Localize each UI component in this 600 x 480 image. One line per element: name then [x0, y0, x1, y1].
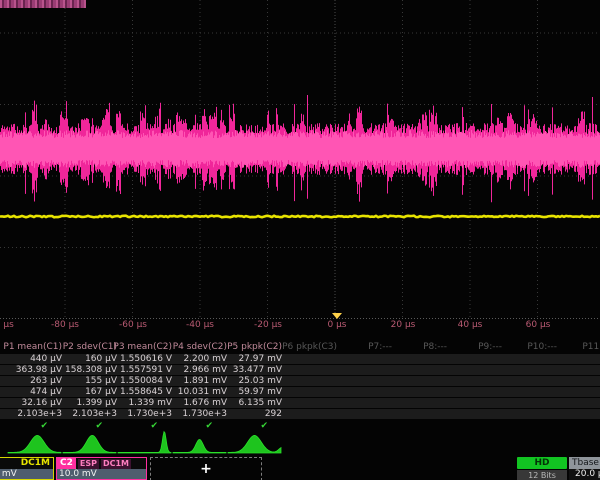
table-cell: 155 µV [57, 376, 117, 386]
oscilloscope-screen: -100 µs -80 µs -60 µs -40 µs -20 µs 0 µs 20 µs… [0, 0, 600, 480]
timebase-value: 20.0 µs [569, 469, 600, 480]
table-cell: 292 [222, 409, 282, 419]
time-tick-label: -80 µs [51, 320, 79, 330]
table-header-p4: P4 sdev(C2) [167, 342, 227, 352]
table-cell: 167 µV [57, 387, 117, 397]
table-row: 32.16 µV1.399 µV1.339 mV1.676 mV6.135 mV [0, 398, 600, 408]
table-cell: 1.891 mV [167, 376, 227, 386]
empty-trace-slot[interactable]: + [150, 457, 262, 480]
time-tick-label: -60 µs [119, 320, 147, 330]
histicon-p1 [8, 435, 61, 453]
table-cell: 6.135 mV [222, 398, 282, 408]
table-cell: 263 µV [2, 376, 62, 386]
channel-c2-descriptor[interactable]: C2 ESP DC1M 10.0 mV [56, 457, 147, 480]
table-header-p10: P10:--- [497, 342, 557, 352]
time-tick-label: 20 µs [391, 320, 416, 330]
table-cell: 1.399 µV [57, 398, 117, 408]
histicon-p5 [228, 435, 281, 453]
table-row: 474 µV167 µV1.558645 V10.031 mV59.97 mV [0, 387, 600, 397]
waveform-grid-area[interactable] [0, 0, 600, 319]
measurement-table[interactable]: P1 mean(C1)P2 sdev(C1)P3 mean(C2)P4 sdev… [0, 340, 600, 430]
c1-coupling-label: DC1M [21, 458, 50, 469]
c2-esp-chip: ESP [78, 459, 99, 469]
table-cell: 59.97 mV [222, 387, 282, 397]
table-cell: 1.339 mV [112, 398, 172, 408]
time-tick-label: -20 µs [254, 320, 282, 330]
histicon-p2 [63, 435, 116, 453]
histicon-p4 [173, 440, 226, 453]
channel-c1-descriptor[interactable]: DC1M 10.0 mV [0, 457, 54, 480]
table-header-p2: P2 sdev(C1) [57, 342, 117, 352]
table-cell: 1.557591 V [112, 365, 172, 375]
table-header-p7: P7:--- [332, 342, 392, 352]
table-cell: 27.97 mV [222, 354, 282, 364]
table-header-p8: P8:--- [387, 342, 447, 352]
table-cell: 363.98 µV [2, 365, 62, 375]
c2-coupling-chip: DC1M [101, 459, 131, 469]
table-cell: 2.103e+3 [2, 409, 62, 419]
table-row: 2.103e+32.103e+31.730e+31.730e+3292 [0, 409, 600, 419]
table-row: 363.98 µV158.308 µV1.557591 V2.966 mV33.… [0, 365, 600, 375]
table-cell: 1.550084 V [112, 376, 172, 386]
time-tick-label: 0 µs [327, 320, 346, 330]
table-cell: 1.558645 V [112, 387, 172, 397]
table-cell: 440 µV [2, 354, 62, 364]
table-header-p5: P5 pkpk(C2) [222, 342, 282, 352]
table-header-p6: P6 pkpk(C3) [277, 342, 337, 352]
table-header-p11: P11:--- [552, 342, 600, 352]
table-cell: 33.477 mV [222, 365, 282, 375]
table-cell: 2.966 mV [167, 365, 227, 375]
c2-channel-badge: C2 [57, 458, 76, 469]
table-cell: 1.730e+3 [167, 409, 227, 419]
hd-bits-label: 12 Bits [517, 470, 567, 480]
table-cell: 2.200 mV [167, 354, 227, 364]
table-row: P1 mean(C1)P2 sdev(C1)P3 mean(C2)P4 sdev… [0, 342, 600, 352]
histicon-p3 [118, 432, 171, 453]
timebase-title: Tbase [569, 457, 600, 469]
plus-icon: + [200, 461, 212, 477]
table-cell: 1.730e+3 [112, 409, 172, 419]
table-header-p9: P9:--- [442, 342, 502, 352]
table-header-p1: P1 mean(C1) [2, 342, 62, 352]
table-cell: 25.03 mV [222, 376, 282, 386]
table-cell: 1.550616 V [112, 354, 172, 364]
table-row: 263 µV155 µV1.550084 V1.891 mV25.03 mV [0, 376, 600, 386]
time-axis: -100 µs -80 µs -60 µs -40 µs -20 µs 0 µs 20 µs… [0, 319, 600, 332]
hd-mode-group[interactable]: HD 12 Bits [517, 457, 567, 480]
table-cell: 1.676 mV [167, 398, 227, 408]
table-cell: 474 µV [2, 387, 62, 397]
table-cell: 158.308 µV [57, 365, 117, 375]
table-cell: 2.103e+3 [57, 409, 117, 419]
table-cell: 10.031 mV [167, 387, 227, 397]
c2-vdiv-value: 10.0 mV [59, 469, 97, 479]
table-header-p3: P3 mean(C2) [112, 342, 172, 352]
trace-label-strip [0, 0, 86, 8]
time-tick-label: -40 µs [186, 320, 214, 330]
table-cell: 160 µV [57, 354, 117, 364]
time-tick-label: 40 µs [458, 320, 483, 330]
table-cell: 32.16 µV [2, 398, 62, 408]
hd-mode-badge: HD [517, 457, 567, 469]
time-tick-label: 60 µs [526, 320, 551, 330]
parameter-histicons [0, 430, 600, 457]
timebase-descriptor[interactable]: Tbase 20.0 µs [569, 457, 600, 480]
table-row: 440 µV160 µV1.550616 V2.200 mV27.97 mV [0, 354, 600, 364]
time-tick-label: -100 µs [0, 320, 14, 330]
c1-vdiv-value: 10.0 mV [0, 469, 17, 479]
